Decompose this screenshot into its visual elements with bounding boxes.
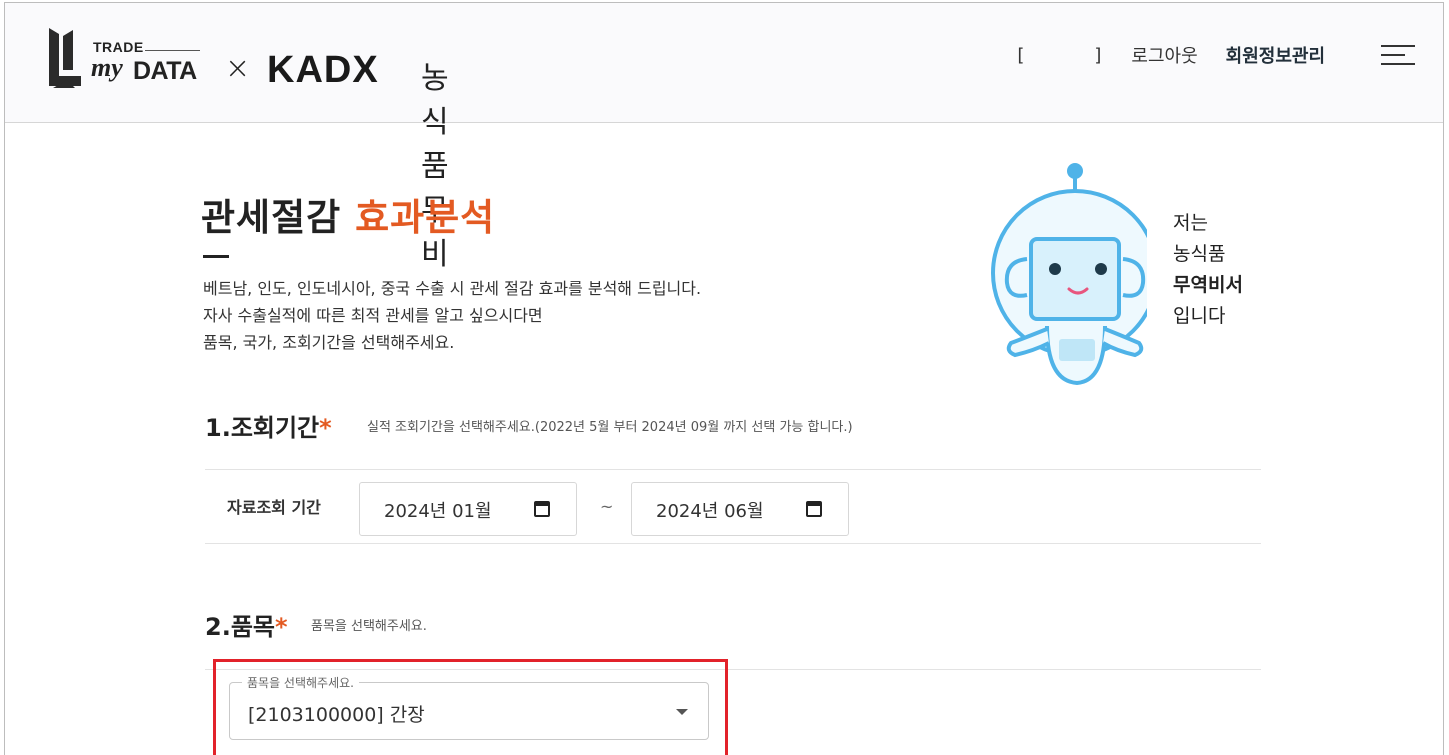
section-item-hint: 품목을 선택해주세요. xyxy=(311,619,427,634)
user-bracket-close: ] xyxy=(1094,44,1102,66)
logo-x-symbol: × xyxy=(225,51,251,86)
required-mark: * xyxy=(274,613,288,641)
period-row-label: 자료조회 기간 xyxy=(227,498,321,517)
section-period-title: 1.조회기간* xyxy=(205,408,332,443)
description-line: 베트남, 인도, 인도네시아, 중국 수출 시 관세 절감 효과를 분석해 드립… xyxy=(203,279,702,298)
start-month-input[interactable]: 2024년 01월 xyxy=(359,482,577,536)
item-select-highlight xyxy=(213,659,728,755)
period-row: 자료조회 기간 2024년 01월 ~ 2024년 06월 xyxy=(205,469,1261,544)
title-underline xyxy=(203,255,229,258)
logo-kadx-text: KADX xyxy=(267,49,379,91)
header: TRADE my DATA × KADX 농식품무비 [ ] 로그아웃 회원정보… xyxy=(5,3,1443,272)
logo-data-text: DATA xyxy=(133,57,197,85)
member-info-link[interactable]: 회원정보관리 xyxy=(1226,42,1325,68)
section-item-title: 2.품목* xyxy=(205,607,288,642)
top-nav: [ ] 로그아웃 회원정보관리 xyxy=(1017,42,1325,68)
user-bracket-open: [ xyxy=(1017,44,1025,66)
page-title-plain: 관세절감 xyxy=(201,196,342,239)
app-frame: TRADE my DATA × KADX 농식품무비 [ ] 로그아웃 회원정보… xyxy=(4,2,1444,755)
section-period-hint: 실적 조회기간을 선택해주세요.(2022년 5월 부터 2024년 09월 까… xyxy=(367,420,853,435)
section-item-label: 2.품목 xyxy=(205,613,275,641)
robot-line-3: 무역비서 xyxy=(1173,274,1243,296)
date-range-separator: ~ xyxy=(600,497,614,516)
trademydata-logo-mark xyxy=(49,28,81,88)
description-line: 품목, 국가, 조회기간을 선택해주세요. xyxy=(203,333,455,352)
robot-line-1: 저는 xyxy=(1173,212,1208,234)
end-month-value: 2024년 06월 xyxy=(656,501,764,522)
page-title-accent: 효과분석 xyxy=(355,196,496,239)
robot-mascot-icon xyxy=(991,163,1147,386)
logo-my-text: my xyxy=(91,53,123,82)
start-month-value: 2024년 01월 xyxy=(384,501,492,522)
required-mark: * xyxy=(319,414,332,442)
end-month-input[interactable]: 2024년 06월 xyxy=(631,482,849,536)
robot-line-4: 입니다 xyxy=(1173,305,1226,327)
calendar-icon[interactable] xyxy=(534,501,550,517)
robot-speech: 저는 농식품 무역비서 입니다 xyxy=(1173,208,1243,332)
logout-link[interactable]: 로그아웃 xyxy=(1131,42,1197,68)
section-period-label: 1.조회기간 xyxy=(205,414,320,442)
logo-divider-line xyxy=(145,50,200,51)
description-line: 자사 수출실적에 따른 최적 관세를 알고 싶으시다면 xyxy=(203,306,543,325)
robot-line-2: 농식품 xyxy=(1173,243,1226,265)
page-title: 관세절감 효과분석 xyxy=(201,187,495,241)
site-logo[interactable]: TRADE my DATA × KADX 농식품무비 xyxy=(45,23,449,272)
calendar-icon[interactable] xyxy=(806,501,822,517)
hamburger-icon[interactable] xyxy=(1381,43,1415,67)
page-description: 베트남, 인도, 인도네시아, 중국 수출 시 관세 절감 효과를 분석해 드립… xyxy=(203,275,701,356)
